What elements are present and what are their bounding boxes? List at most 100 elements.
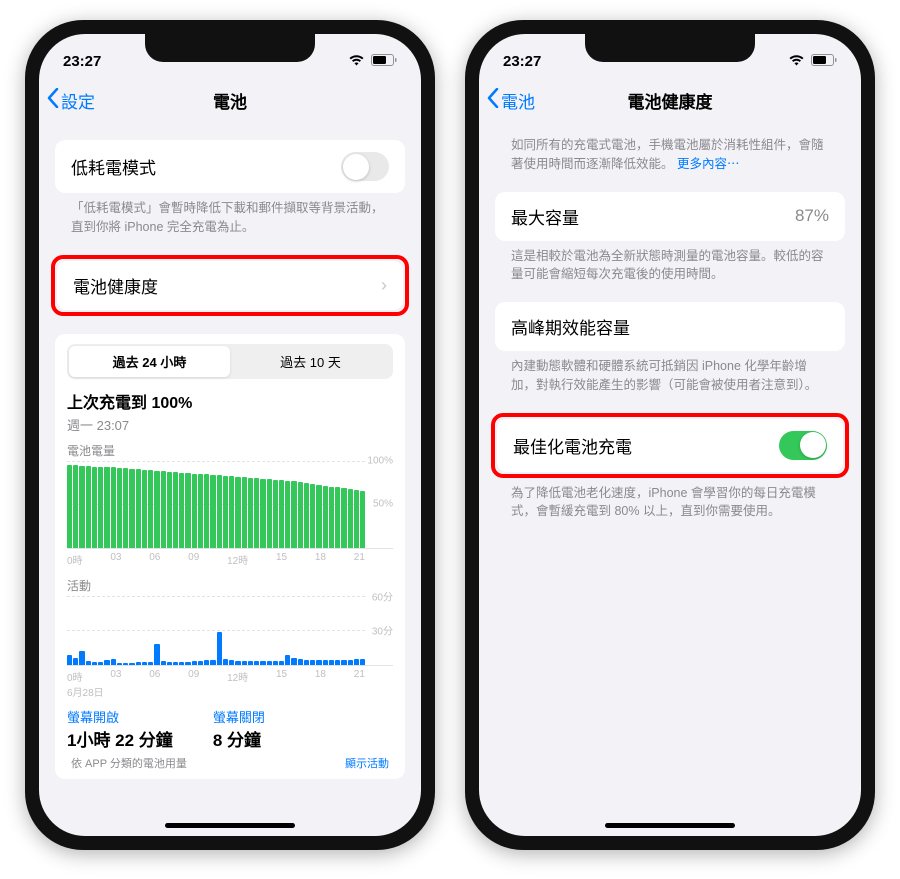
- chart-bar: [360, 491, 365, 548]
- chart-bar: [341, 488, 346, 547]
- chart-bar: [210, 475, 215, 547]
- x-tick: 06: [149, 669, 160, 684]
- last-charge-title: 上次充電到 100%: [67, 389, 393, 413]
- chart-bar: [291, 481, 296, 547]
- chart-bar: [204, 660, 209, 665]
- chart-bar: [92, 662, 97, 664]
- low-power-footer: 「低耗電模式」會暫時降低下載和郵件擷取等背景活動，直到你將 iPhone 完全充…: [39, 193, 421, 237]
- chevron-left-icon: [487, 88, 499, 113]
- intro-text: 如同所有的充電式電池，手機電池屬於消耗性組件，會隨著使用時間而逐漸降低效能。: [511, 138, 824, 171]
- chart-bar: [104, 467, 109, 547]
- chart-bar: [111, 467, 116, 547]
- chart-bar: [273, 480, 278, 548]
- chart-bar: [242, 477, 247, 547]
- max-capacity-label: 最大容量: [511, 204, 579, 229]
- battery-health-row[interactable]: 電池健康度 ›: [57, 261, 403, 310]
- chart-bar: [123, 468, 128, 547]
- chart-bar: [167, 662, 172, 664]
- chart-bar: [354, 659, 359, 665]
- activity-chart: 60分 30分: [67, 596, 393, 666]
- seg-last24h[interactable]: 過去 24 小時: [69, 346, 230, 377]
- highlight-optimized-charging: 最佳化電池充電: [491, 413, 849, 478]
- intro-footer: 如同所有的充電式電池，手機電池屬於消耗性組件，會隨著使用時間而逐漸降低效能。 更…: [479, 122, 861, 174]
- chart-bar: [167, 472, 172, 548]
- chart-bar: [298, 659, 303, 665]
- chevron-right-icon: ›: [381, 275, 387, 296]
- low-power-toggle[interactable]: [341, 152, 389, 181]
- peak-performance-footer: 內建動態軟體和硬體系統可抵銷因 iPhone 化學年齡增加，對執行效能產生的影響…: [479, 351, 861, 395]
- chart-bar: [348, 660, 353, 665]
- x-tick: 0時: [67, 669, 83, 684]
- y-label: 60分: [372, 588, 393, 603]
- chart-bar: [154, 644, 159, 665]
- battery-chart-label: 電池電量: [67, 442, 393, 459]
- screen-on-label: 螢幕開啟: [67, 707, 173, 726]
- chart-bar: [217, 475, 222, 547]
- chart-bar: [229, 660, 234, 665]
- chart-bar: [123, 663, 128, 664]
- nav-bar: 電池 電池健康度: [479, 78, 861, 122]
- chart-bar: [185, 473, 190, 548]
- home-indicator[interactable]: [605, 823, 735, 828]
- cutoff-right[interactable]: 顯示活動: [345, 755, 389, 771]
- chart-bar: [316, 485, 321, 548]
- chart-bar: [304, 660, 309, 665]
- chart-bar: [316, 660, 321, 665]
- chart-bar: [92, 467, 97, 548]
- back-button[interactable]: 電池: [487, 88, 535, 113]
- chart-bar: [329, 660, 334, 665]
- chart-bar: [86, 466, 91, 548]
- screen-off-value: 8 分鐘: [213, 726, 265, 751]
- chart-bar: [291, 658, 296, 665]
- chart-bar: [242, 661, 247, 664]
- chart-bar: [111, 659, 116, 665]
- chart-bar: [204, 474, 209, 547]
- chart-bar: [354, 490, 359, 547]
- chart-bar: [267, 479, 272, 548]
- seg-last10d[interactable]: 過去 10 天: [230, 346, 391, 377]
- status-time: 23:27: [503, 53, 541, 70]
- chart-bar: [198, 661, 203, 664]
- chart-bar: [348, 489, 353, 547]
- x-tick: 03: [110, 669, 121, 684]
- cutoff-left: 依 APP 分類的電池用量: [71, 755, 187, 771]
- home-indicator[interactable]: [165, 823, 295, 828]
- chart-bar: [67, 655, 72, 664]
- chart-bar: [98, 467, 103, 548]
- chart-bar: [229, 476, 234, 547]
- low-power-label: 低耗電模式: [71, 154, 156, 179]
- low-power-mode-row[interactable]: 低耗電模式: [55, 140, 405, 193]
- nav-bar: 設定 電池: [39, 78, 421, 122]
- optimized-charging-toggle[interactable]: [779, 431, 827, 460]
- x-tick: 21: [354, 552, 365, 567]
- x-tick: 09: [188, 552, 199, 567]
- notch: [145, 34, 315, 62]
- x-tick: 09: [188, 669, 199, 684]
- learn-more-link[interactable]: 更多內容⋯: [677, 157, 740, 171]
- chart-bar: [73, 465, 78, 548]
- back-button[interactable]: 設定: [47, 88, 95, 113]
- max-capacity-value: 87%: [795, 206, 829, 226]
- segmented-control[interactable]: 過去 24 小時 過去 10 天: [67, 344, 393, 379]
- x-tick: 12時: [227, 669, 248, 684]
- chart-bar: [86, 661, 91, 664]
- chart-bar: [73, 658, 78, 665]
- activity-chart-label: 活動: [67, 577, 393, 594]
- back-label: 設定: [61, 88, 95, 113]
- peak-performance-row: 高峰期效能容量: [495, 302, 845, 351]
- optimized-charging-row[interactable]: 最佳化電池充電: [497, 419, 843, 472]
- wifi-icon: [348, 53, 365, 70]
- y-label: 50%: [373, 499, 393, 510]
- last-charge-sub: 週一 23:07: [67, 415, 393, 434]
- phone-right: 23:27 電池 電池健康度 如同所有的充電式電池，手機電池屬於消耗性組件，會隨…: [465, 20, 875, 850]
- chart-bar: [179, 662, 184, 664]
- phone-left: 23:27 設定 電池 低耗電模式 「低耗電模式」會暫時降低下載和: [25, 20, 435, 850]
- chart-bar: [161, 471, 166, 548]
- max-capacity-footer: 這是相較於電池為全新狀態時測量的電池容量。較低的容量可能會縮短每次充電後的使用時…: [479, 241, 861, 285]
- battery-health-label: 電池健康度: [73, 273, 158, 298]
- chart-bar: [79, 651, 84, 665]
- chart-bar: [185, 662, 190, 664]
- chart-bar: [323, 486, 328, 548]
- y-label: 30分: [372, 623, 393, 638]
- chart-bar: [129, 469, 134, 547]
